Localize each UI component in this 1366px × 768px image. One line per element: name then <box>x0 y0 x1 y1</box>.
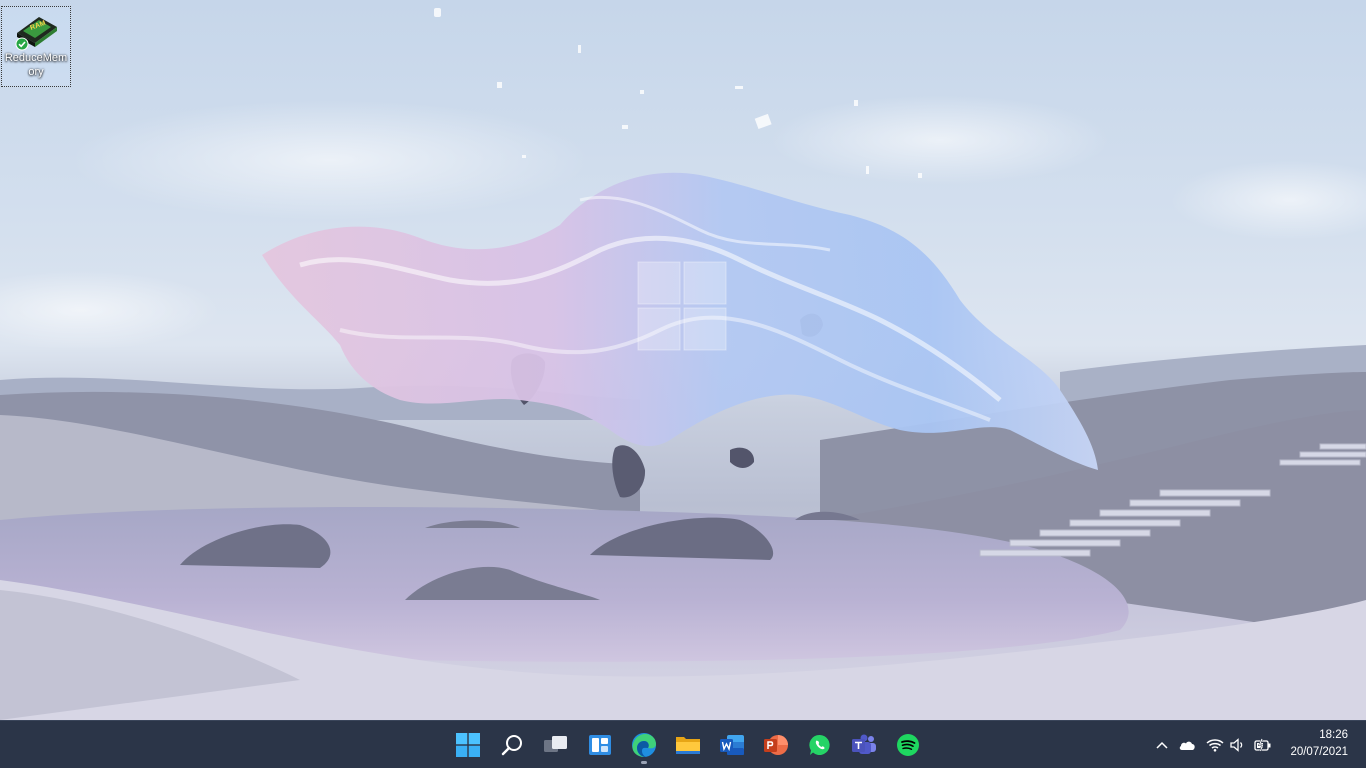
whatsapp-button[interactable] <box>800 725 840 765</box>
task-view-icon <box>544 736 567 752</box>
search-button[interactable] <box>492 725 532 765</box>
wifi-icon <box>1206 739 1224 752</box>
spotify-icon <box>897 734 919 756</box>
battery-button[interactable] <box>1253 735 1273 755</box>
edge-button[interactable] <box>624 725 664 765</box>
file-explorer-icon <box>676 737 700 754</box>
green-check-badge-icon <box>15 37 29 51</box>
powerpoint-button[interactable] <box>756 725 796 765</box>
word-icon <box>720 735 744 755</box>
volume-button[interactable] <box>1228 735 1248 755</box>
word-button[interactable] <box>712 725 752 765</box>
network-button[interactable] <box>1205 735 1225 755</box>
edge-icon <box>632 733 656 757</box>
desktop-icon-label: ReduceMemory <box>4 52 68 78</box>
wallpaper-image <box>0 8 1366 720</box>
teams-button[interactable] <box>844 725 884 765</box>
show-hidden-icons-button[interactable] <box>1152 735 1172 755</box>
chevron-up-icon <box>1156 741 1168 749</box>
desktop-icon-reducememory[interactable]: RAM ReduceMemory <box>1 6 71 87</box>
taskbar: 18:26 20/07/2021 <box>0 720 1366 768</box>
ram-chip-icon: RAM <box>13 13 59 51</box>
whatsapp-icon <box>809 734 830 755</box>
search-icon <box>501 735 522 756</box>
start-button[interactable] <box>448 725 488 765</box>
running-indicator <box>641 761 647 764</box>
powerpoint-icon <box>764 735 788 755</box>
volume-icon <box>1230 738 1243 752</box>
desktop[interactable]: RAM ReduceMemory <box>0 0 1366 720</box>
clock[interactable]: 18:26 20/07/2021 <box>1278 727 1348 761</box>
spotify-button[interactable] <box>888 725 928 765</box>
battery-charging-icon <box>1254 738 1271 752</box>
file-explorer-button[interactable] <box>668 725 708 765</box>
teams-icon <box>852 734 876 754</box>
clock-time: 18:26 <box>1319 729 1348 741</box>
clock-date: 20/07/2021 <box>1290 746 1348 758</box>
onedrive-cloud-icon <box>1179 741 1195 750</box>
task-view-button[interactable] <box>536 725 576 765</box>
windows-start-icon <box>456 733 480 757</box>
onedrive-button[interactable] <box>1177 735 1197 755</box>
widgets-icon <box>589 735 611 755</box>
widgets-button[interactable] <box>580 725 620 765</box>
